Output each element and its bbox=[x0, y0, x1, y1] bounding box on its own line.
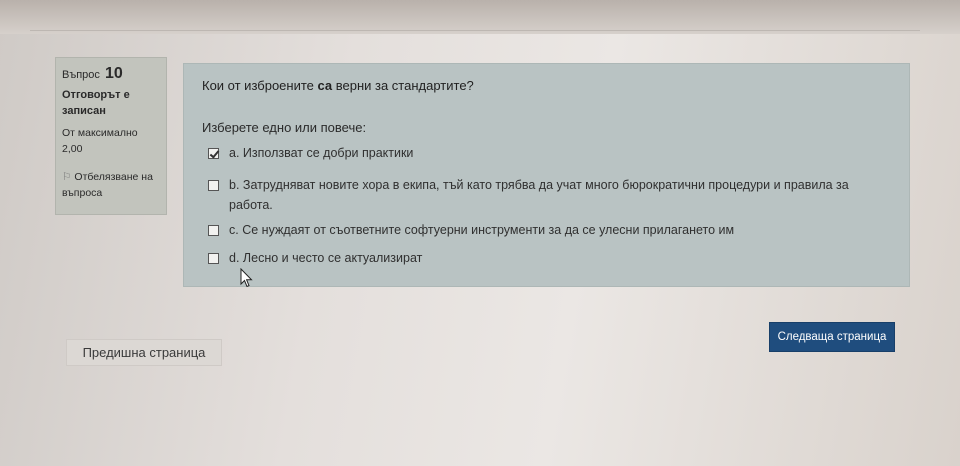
question-number-row: Въпрос 10 bbox=[62, 66, 160, 83]
flag-question-link[interactable]: ⚐ Отбелязване на въпроса bbox=[62, 169, 160, 201]
top-edge bbox=[0, 0, 960, 34]
next-page-button[interactable]: Следваща страница bbox=[769, 322, 895, 352]
question-text: Кои от изброените са верни за стандартит… bbox=[202, 78, 474, 93]
flag-icon: ⚐ bbox=[62, 171, 72, 183]
answer-letter: c. bbox=[229, 223, 239, 237]
answer-label: Затрудняват новите хора в екипа, тъй кат… bbox=[229, 178, 849, 212]
question-label: Въпрос bbox=[62, 69, 100, 81]
checkbox-c[interactable] bbox=[208, 225, 219, 236]
question-number: 10 bbox=[104, 65, 123, 82]
checkbox-d[interactable] bbox=[208, 253, 219, 264]
answer-text-c: c. Се нуждаят от съответните софтуерни и… bbox=[229, 220, 888, 240]
answer-option-a[interactable]: a. Използват се добри практики bbox=[208, 143, 888, 163]
answer-label: Се нуждаят от съответните софтуерни инст… bbox=[242, 223, 735, 237]
answer-letter: d. bbox=[229, 251, 240, 265]
answer-option-d[interactable]: d. Лесно и често се актуализират bbox=[208, 248, 888, 268]
previous-page-button[interactable]: Предишна страница bbox=[66, 339, 222, 366]
flag-label: Отбелязване на въпроса bbox=[62, 171, 153, 199]
checkbox-a[interactable] bbox=[208, 148, 219, 159]
answer-text-b: b. Затрудняват новите хора в екипа, тъй … bbox=[229, 175, 888, 215]
answer-text-a: a. Използват се добри практики bbox=[229, 143, 888, 163]
answer-letter: a. bbox=[229, 146, 240, 160]
answer-label: Лесно и често се актуализират bbox=[242, 251, 423, 265]
answer-label: Използват се добри практики bbox=[242, 146, 414, 160]
question-info-panel: Въпрос 10 Отговорът е записан От максима… bbox=[55, 57, 167, 215]
answer-letter: b. bbox=[229, 178, 240, 192]
mouse-cursor-icon bbox=[240, 268, 253, 288]
question-text-part: Кои от изброените bbox=[202, 78, 318, 93]
question-text-part: верни за стандартите? bbox=[332, 78, 474, 93]
max-grade: От максимално 2,00 bbox=[62, 127, 138, 155]
question-content: Кои от изброените са верни за стандартит… bbox=[183, 63, 910, 287]
answer-status: Отговорът е записан bbox=[62, 89, 130, 117]
checkbox-b[interactable] bbox=[208, 180, 219, 191]
question-text-bold: са bbox=[317, 78, 333, 93]
answer-prompt: Изберете едно или повече: bbox=[202, 120, 367, 135]
answer-option-b[interactable]: b. Затрудняват новите хора в екипа, тъй … bbox=[208, 175, 888, 215]
answer-option-c[interactable]: c. Се нуждаят от съответните софтуерни и… bbox=[208, 220, 888, 240]
answer-text-d: d. Лесно и често се актуализират bbox=[229, 248, 888, 268]
